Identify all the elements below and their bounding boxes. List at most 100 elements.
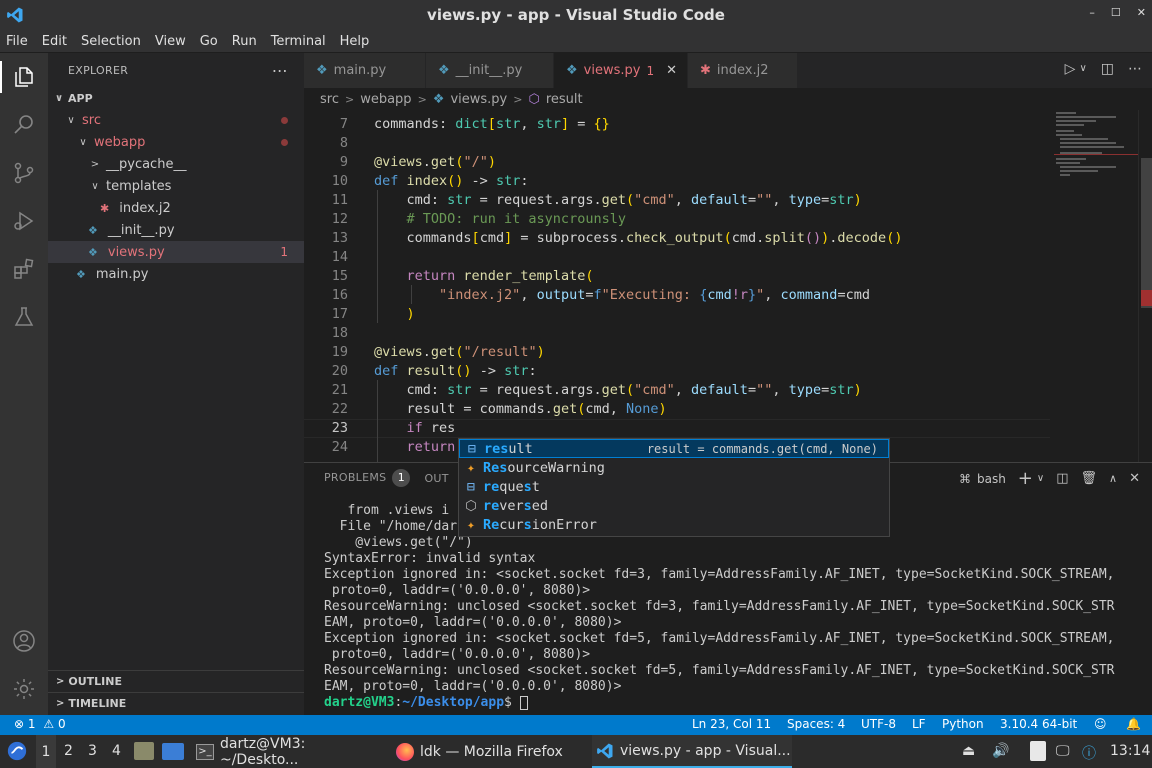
code-line[interactable]: 8 [304, 134, 1050, 153]
network-icon[interactable]: 🖵 [1056, 743, 1070, 759]
tree-item-src[interactable]: ∨ src [48, 109, 304, 131]
indentation-status[interactable]: Spaces: 4 [787, 717, 845, 731]
workspace-4[interactable]: 4 [112, 743, 121, 759]
workspace-3[interactable]: 3 [88, 743, 97, 759]
eol-status[interactable]: LF [912, 717, 926, 731]
code-line[interactable]: 19 @views.get("/result") [304, 343, 1050, 362]
problems-status[interactable]: ⊗ 1 ⚠ 0 [14, 717, 66, 731]
language-mode[interactable]: Python [942, 717, 984, 731]
tab-index-j2[interactable]: ✱ index.j2 [688, 53, 798, 88]
close-panel-button[interactable]: ✕ [1129, 471, 1140, 486]
updates-info-icon[interactable]: ⓘ [1082, 743, 1096, 763]
notifications-bell-icon[interactable]: 🔔 [1126, 717, 1141, 731]
code-line[interactable]: 14 [304, 248, 1050, 267]
tree-item-main-py[interactable]: ❖ main.py [48, 263, 304, 285]
tab-views-py[interactable]: ❖ views.py 1 ✕ [554, 53, 688, 88]
terminal-shell-name[interactable]: bash [977, 472, 1006, 486]
tree-item-index-j2[interactable]: ✱ index.j2 [48, 197, 304, 219]
outline-section[interactable]: > OUTLINE [48, 670, 304, 692]
suggestion-item[interactable]: ⊟ request [459, 477, 889, 496]
python-interpreter[interactable]: 3.10.4 64-bit [1000, 717, 1077, 731]
breadcrumb-result[interactable]: result [546, 92, 583, 107]
extensions-icon[interactable] [10, 255, 38, 283]
breadcrumb-views-py[interactable]: views.py [450, 92, 507, 107]
terminal-prompt[interactable]: dartz@VM3:~/Desktop/app$ [324, 695, 1144, 711]
tab-main-py[interactable]: ❖ main.py [304, 53, 426, 88]
new-terminal-button[interactable]: + [1018, 468, 1033, 489]
tab-problems[interactable]: PROBLEMS 1 [324, 469, 411, 487]
accounts-icon[interactable] [10, 627, 38, 655]
menu-go[interactable]: Go [200, 34, 218, 49]
tree-item-templates[interactable]: ∨ templates [48, 175, 304, 197]
code-line[interactable]: 17 ) [304, 305, 1050, 324]
maximize-panel-button[interactable]: ∧ [1109, 472, 1117, 485]
tree-item--init-py[interactable]: ❖ __init__.py [48, 219, 304, 241]
suggestion-item[interactable]: ✦ ResourceWarning [459, 458, 889, 477]
eject-icon[interactable]: ⏏ [962, 743, 975, 759]
code-editor[interactable]: 7 commands: dict[str, str] = {} 8 9 @views.g… [304, 110, 1152, 462]
menu-view[interactable]: View [155, 34, 186, 49]
close-window-button[interactable]: ✕ [1137, 6, 1146, 19]
suggestion-item[interactable]: ✦ RecursionError [459, 515, 889, 534]
cursor-position[interactable]: Ln 23, Col 11 [692, 717, 771, 731]
taskbar-terminal-window[interactable]: >_ dartz@VM3: ~/Deskto... [192, 735, 388, 768]
autocomplete-suggestions[interactable]: ⊟ result result = commands.get(cmd, None) ✦… [458, 438, 890, 537]
code-line[interactable]: 16 "index.j2", output=f"Executing: {cmd!… [304, 286, 1050, 305]
code-line[interactable]: 10 def index() -> str: [304, 172, 1050, 191]
run-debug-icon[interactable] [10, 207, 38, 235]
code-line[interactable]: 7 commands: dict[str, str] = {} [304, 115, 1050, 134]
scrollbar-thumb[interactable] [1141, 158, 1152, 308]
settings-gear-icon[interactable] [10, 675, 38, 703]
tree-item-views-py[interactable]: ❖ views.py 1 [48, 241, 304, 263]
encoding-status[interactable]: UTF-8 [861, 717, 896, 731]
menu-help[interactable]: Help [340, 34, 370, 49]
clipboard-icon[interactable] [1030, 741, 1046, 761]
maximize-button[interactable]: ☐ [1111, 6, 1121, 19]
minimap[interactable] [1054, 110, 1138, 462]
taskbar-vscode-window[interactable]: views.py - app - Visual... [592, 735, 792, 768]
workspace-1[interactable]: 1 [36, 735, 56, 768]
explorer-more-button[interactable]: ⋯ [272, 61, 288, 80]
workspace-2[interactable]: 2 [64, 743, 73, 759]
run-dropdown-icon[interactable]: ∨ [1079, 63, 1086, 77]
tree-item-webapp[interactable]: ∨ webapp [48, 131, 304, 153]
explorer-icon[interactable] [10, 63, 38, 91]
source-control-icon[interactable] [10, 159, 38, 187]
timeline-section[interactable]: > TIMELINE [48, 692, 304, 714]
tree-item--pycache-[interactable]: > __pycache__ [48, 153, 304, 175]
terminal-dropdown-icon[interactable]: ∨ [1037, 473, 1044, 484]
volume-icon[interactable]: 🔊 [992, 743, 1009, 759]
feedback-icon[interactable]: ☺ [1094, 717, 1107, 731]
code-line[interactable]: 22 result = commands.get(cmd, None) [304, 400, 1050, 419]
code-line[interactable]: 20 def result() -> str: [304, 362, 1050, 381]
split-editor-button[interactable]: ◫ [1101, 61, 1114, 77]
folder-app[interactable]: ∨ APP [48, 87, 304, 109]
suggestion-item[interactable]: ⊟ result result = commands.get(cmd, None) [459, 439, 889, 458]
app-launcher-icon[interactable] [6, 740, 28, 766]
tab-output[interactable]: OUT [424, 472, 448, 485]
suggestion-item[interactable]: ⬡ reversed [459, 496, 889, 515]
search-icon[interactable] [10, 111, 38, 139]
breadcrumb-webapp[interactable]: webapp [360, 92, 411, 107]
code-line[interactable]: 9 @views.get("/") [304, 153, 1050, 172]
code-line[interactable]: 11 cmd: str = request.args.get("cmd", de… [304, 191, 1050, 210]
menu-selection[interactable]: Selection [81, 34, 141, 49]
split-terminal-button[interactable]: ◫ [1056, 471, 1068, 486]
minimize-button[interactable]: – [1089, 6, 1095, 19]
menu-file[interactable]: File [6, 34, 28, 49]
code-line[interactable]: 13 commands[cmd] = subprocess.check_outp… [304, 229, 1050, 248]
breadcrumb-src[interactable]: src [320, 92, 339, 107]
code-line[interactable]: 12 # TODO: run it asyncrounsly [304, 210, 1050, 229]
code-line[interactable]: 21 cmd: str = request.args.get("cmd", de… [304, 381, 1050, 400]
more-actions-button[interactable]: ⋯ [1128, 61, 1142, 77]
testing-icon[interactable] [10, 303, 38, 331]
code-line[interactable]: 18 [304, 324, 1050, 343]
close-tab-icon[interactable]: ✕ [666, 63, 677, 78]
menu-run[interactable]: Run [232, 34, 257, 49]
run-file-button[interactable]: ▷ [1065, 61, 1076, 77]
menu-terminal[interactable]: Terminal [271, 34, 326, 49]
tab-init-py[interactable]: ❖ __init__.py [426, 53, 554, 88]
kill-terminal-trash-icon[interactable]: 🗑 [1081, 471, 1098, 486]
code-line[interactable]: 15 return render_template( [304, 267, 1050, 286]
editor-scrollbar[interactable] [1138, 110, 1152, 462]
